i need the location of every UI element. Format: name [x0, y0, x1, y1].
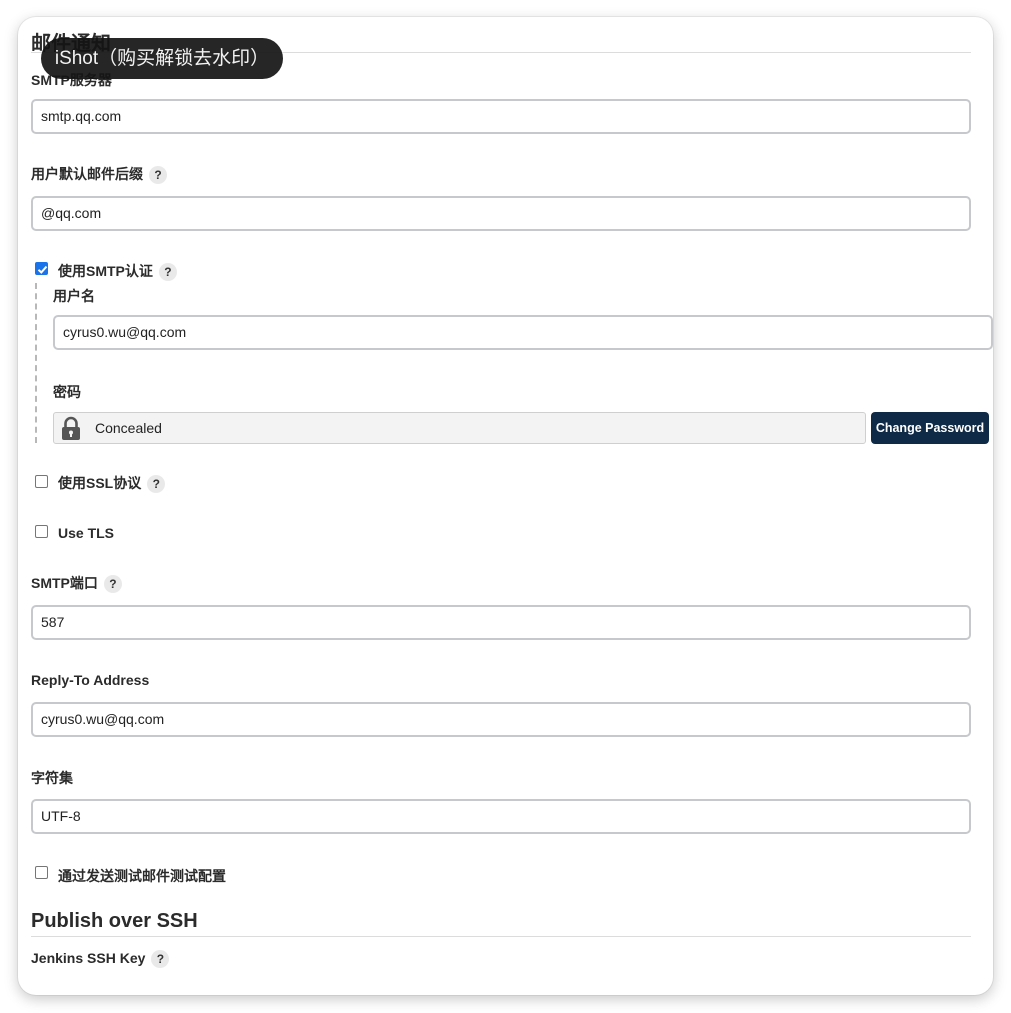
smtp-port-label-text: SMTP端口	[31, 575, 98, 591]
jenkins-ssh-key-label: Jenkins SSH Key?	[31, 950, 170, 969]
password-label: 密码	[53, 384, 81, 400]
default-suffix-input[interactable]: @qq.com	[31, 196, 971, 231]
help-icon[interactable]: ?	[151, 950, 170, 969]
smtp-server-input[interactable]: smtp.qq.com	[31, 99, 971, 134]
username-input[interactable]: cyrus0.wu@qq.com	[53, 315, 993, 350]
use-smtp-auth-label: 使用SMTP认证?	[58, 261, 177, 282]
help-icon[interactable]: ?	[158, 263, 177, 282]
nested-group-indicator	[35, 283, 37, 443]
password-concealed-field: Concealed	[53, 412, 866, 444]
checkmark-icon	[37, 265, 48, 274]
ishot-watermark: iShot（购买解锁去水印）	[41, 38, 283, 79]
use-ssl-checkbox[interactable]	[35, 475, 48, 488]
lock-icon	[62, 416, 80, 440]
use-tls-checkbox[interactable]	[35, 525, 48, 538]
section-divider	[31, 936, 971, 937]
smtp-port-label: SMTP端口?	[31, 573, 122, 594]
default-suffix-label: 用户默认邮件后缀?	[31, 164, 167, 185]
use-smtp-auth-label-text: 使用SMTP认证	[58, 263, 153, 279]
use-smtp-auth-checkbox[interactable]	[35, 262, 48, 275]
charset-input[interactable]: UTF-8	[31, 799, 971, 834]
change-password-button[interactable]: Change Password	[871, 412, 989, 444]
username-label: 用户名	[53, 288, 95, 304]
default-suffix-label-text: 用户默认邮件后缀	[31, 166, 143, 182]
charset-label: 字符集	[31, 770, 73, 786]
jenkins-ssh-key-label-text: Jenkins SSH Key	[31, 950, 146, 966]
help-icon[interactable]: ?	[149, 166, 167, 185]
config-window: 邮件通知 SMTP服务器 smtp.qq.com 用户默认邮件后缀? @qq.c…	[18, 17, 993, 995]
reply-to-label: Reply-To Address	[31, 672, 150, 688]
reply-to-input[interactable]: cyrus0.wu@qq.com	[31, 702, 971, 737]
test-config-label: 通过发送测试邮件测试配置	[58, 868, 226, 884]
use-tls-label: Use TLS	[58, 525, 115, 541]
section-title-ssh: Publish over SSH	[31, 910, 198, 932]
help-icon[interactable]: ?	[103, 575, 122, 594]
test-config-checkbox[interactable]	[35, 866, 48, 879]
use-ssl-label-text: 使用SSL协议	[58, 475, 142, 491]
use-ssl-label: 使用SSL协议?	[58, 473, 166, 494]
help-icon[interactable]: ?	[147, 475, 166, 494]
smtp-port-input[interactable]: 587	[31, 605, 971, 640]
concealed-text: Concealed	[95, 420, 162, 436]
